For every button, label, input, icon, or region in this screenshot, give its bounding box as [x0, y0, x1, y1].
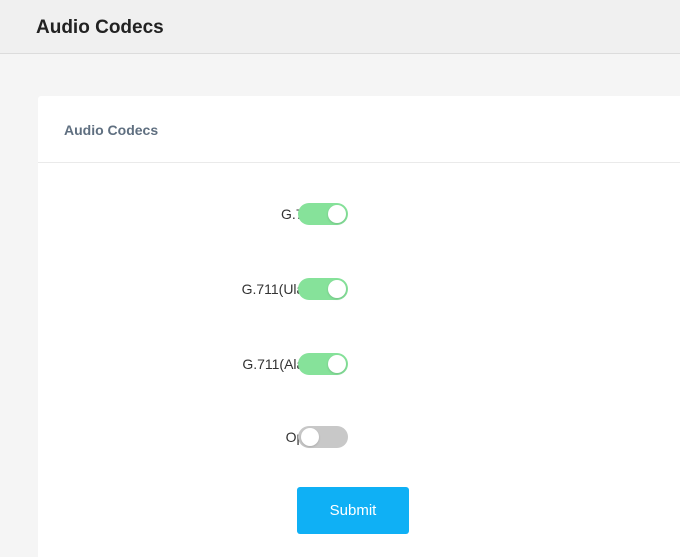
- panel-title: Audio Codecs: [64, 122, 159, 138]
- toggle-g711-ulaw[interactable]: [298, 278, 348, 300]
- page-title: Audio Codecs: [36, 17, 164, 38]
- page-header: Audio Codecs: [0, 0, 680, 54]
- submit-button[interactable]: Submit: [297, 487, 409, 534]
- panel-header: Audio Codecs: [38, 96, 680, 163]
- toggle-g722[interactable]: [298, 203, 348, 225]
- codec-row-g722: G.722:: [38, 202, 680, 228]
- toggle-knob: [328, 355, 346, 373]
- codec-row-g711-alaw: G.711(Alaw):: [38, 352, 680, 378]
- toggle-g711-alaw[interactable]: [298, 353, 348, 375]
- toggle-opus[interactable]: [298, 426, 348, 448]
- toggle-knob: [328, 280, 346, 298]
- toggle-knob: [328, 205, 346, 223]
- codecs-panel: Audio Codecs G.722: G.711(Ulaw): G.711(A…: [38, 96, 680, 557]
- codec-row-opus: Opus:: [38, 425, 680, 451]
- codec-row-g711-ulaw: G.711(Ulaw):: [38, 277, 680, 303]
- toggle-knob: [301, 428, 319, 446]
